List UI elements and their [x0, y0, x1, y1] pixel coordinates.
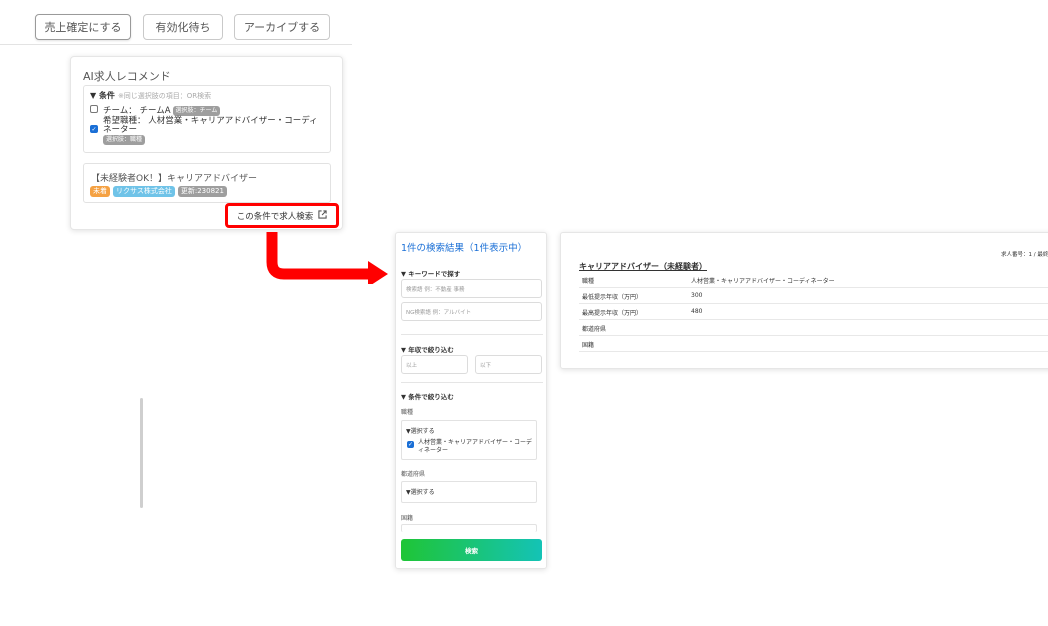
job-detail-panel: 求人番号：1 / 最終 キャリアアドバイザー（未経験者） 職種 人材営業・キャリ… [560, 232, 1048, 369]
conditions-header: ▼ 条件 ※同じ選択肢の項目：OR検索 [90, 90, 211, 101]
pending-activation-button[interactable]: 有効化待ち [143, 14, 223, 40]
confirm-sales-button[interactable]: 売上確定にする [35, 14, 131, 40]
search-button[interactable]: 検索 [401, 539, 542, 561]
recommended-job-tags: 未着 リクサス株式会社 更新:230821 [90, 186, 227, 197]
job-type-option-label: 人材営業・キャリアアドバイザー・コーディネーター [418, 439, 533, 454]
search-with-conditions-label: この条件で求人検索 [236, 211, 314, 222]
condition-section-title: ▼ 条件で絞り込む [401, 393, 454, 401]
job-type-condition-label: 希望職種： 人材営業・キャリアアドバイザー・コーディネーター 選択肢：職種 [103, 117, 326, 146]
job-type-tag: 選択肢：職種 [103, 135, 146, 145]
job-number: 求人番号：1 / 最終 [1001, 252, 1048, 258]
ai-recommend-title: AI求人レコメンド [83, 70, 171, 83]
detail-row: 職種 人材営業・キャリアアドバイザー・コーディネーター [579, 272, 1048, 288]
detail-row-key: 国籍 [582, 342, 595, 349]
ng-keyword-input[interactable]: NG検索語 例：アルバイト [401, 302, 542, 321]
job-type-option[interactable]: ✓ 人材営業・キャリアアドバイザー・コーディネーター [407, 439, 536, 455]
detail-row-key: 都道府県 [582, 326, 607, 333]
team-condition[interactable]: チーム： チームA 選択肢：チーム [90, 104, 221, 116]
detail-row-value: 480 [691, 308, 703, 315]
detail-row: 都道府県 [579, 320, 1048, 336]
company-badge: リクサス株式会社 [113, 186, 175, 197]
prefecture-filter-box[interactable]: ▼選択する [401, 481, 537, 503]
recommended-job-item[interactable]: 【未経験者OK！】キャリアアドバイザー 未着 リクサス株式会社 更新:23082… [83, 163, 331, 203]
detail-row-key: 最高提示年収（万円） [582, 310, 643, 317]
updated-badge: 更新:230821 [177, 186, 227, 197]
conditions-header-label: ▼ 条件 [90, 91, 115, 100]
job-type-label-text: 希望職種： 人材営業・キャリアアドバイザー・コーディネーター [103, 116, 318, 135]
salary-max-input[interactable]: 以下 [475, 355, 542, 374]
job-type-filter-box: ▼選択する ✓ 人材営業・キャリアアドバイザー・コーディネーター [401, 420, 537, 460]
detail-row-value: 人材営業・キャリアアドバイザー・コーディネーター [691, 278, 835, 285]
status-badge: 未着 [90, 186, 110, 197]
job-type-option-checkbox[interactable]: ✓ [407, 441, 414, 448]
external-link-icon [318, 209, 327, 222]
filter-scrollbar[interactable] [140, 398, 143, 508]
top-divider [0, 44, 352, 45]
search-results-panel: 1件の検索結果（1件表示中） ▼ キーワードで探す 検索語 例：不動産 事務 N… [395, 232, 547, 569]
team-label-text: チーム： チームA [103, 106, 171, 116]
conditions-box: ▼ 条件 ※同じ選択肢の項目：OR検索 チーム： チームA 選択肢：チーム ✓ 希望… [83, 85, 331, 153]
section-divider [401, 334, 543, 335]
job-type-checkbox[interactable]: ✓ [90, 125, 98, 133]
detail-row-key: 職種 [582, 278, 595, 285]
detail-row: 国籍 [579, 336, 1048, 352]
detail-row-key: 最低提示年収（万円） [582, 294, 643, 301]
nationality-filter-label: 国籍 [401, 515, 414, 522]
red-arrow-icon [266, 232, 388, 284]
team-tag: 選択肢：チーム [172, 105, 221, 116]
salary-section-title: ▼ 年収で絞り込む [401, 346, 454, 354]
job-type-filter-label: 職種 [401, 409, 414, 416]
job-type-condition[interactable]: ✓ 希望職種： 人材営業・キャリアアドバイザー・コーディネーター 選択肢：職種 [90, 117, 326, 146]
search-with-conditions-link[interactable]: この条件で求人検索 [225, 203, 339, 228]
section-divider [401, 382, 543, 383]
keyword-section-title: ▼ キーワードで探す [401, 270, 461, 278]
job-detail-title: キャリアアドバイザー（未経験者） [579, 262, 707, 271]
search-results-title: 1件の検索結果（1件表示中） [401, 243, 528, 254]
recommended-job-title[interactable]: 【未経験者OK！】キャリアアドバイザー [91, 171, 257, 184]
team-condition-label: チーム： チームA 選択肢：チーム [103, 104, 221, 116]
prefecture-select-toggle[interactable]: ▼選択する [406, 487, 435, 496]
prefecture-filter-label: 都道府県 [401, 471, 426, 478]
detail-row: 最高提示年収（万円） 480 [579, 304, 1048, 320]
nationality-filter-box[interactable] [401, 524, 537, 532]
job-type-select-toggle[interactable]: ▼選択する [406, 426, 435, 435]
keyword-input[interactable]: 検索語 例：不動産 事務 [401, 279, 542, 298]
conditions-note: ※同じ選択肢の項目：OR検索 [117, 92, 212, 100]
archive-button[interactable]: アーカイブする [234, 14, 330, 40]
detail-row-value: 300 [691, 292, 703, 299]
team-checkbox[interactable] [90, 105, 98, 113]
detail-row: 最低提示年収（万円） 300 [579, 288, 1048, 304]
salary-min-input[interactable]: 以上 [401, 355, 468, 374]
